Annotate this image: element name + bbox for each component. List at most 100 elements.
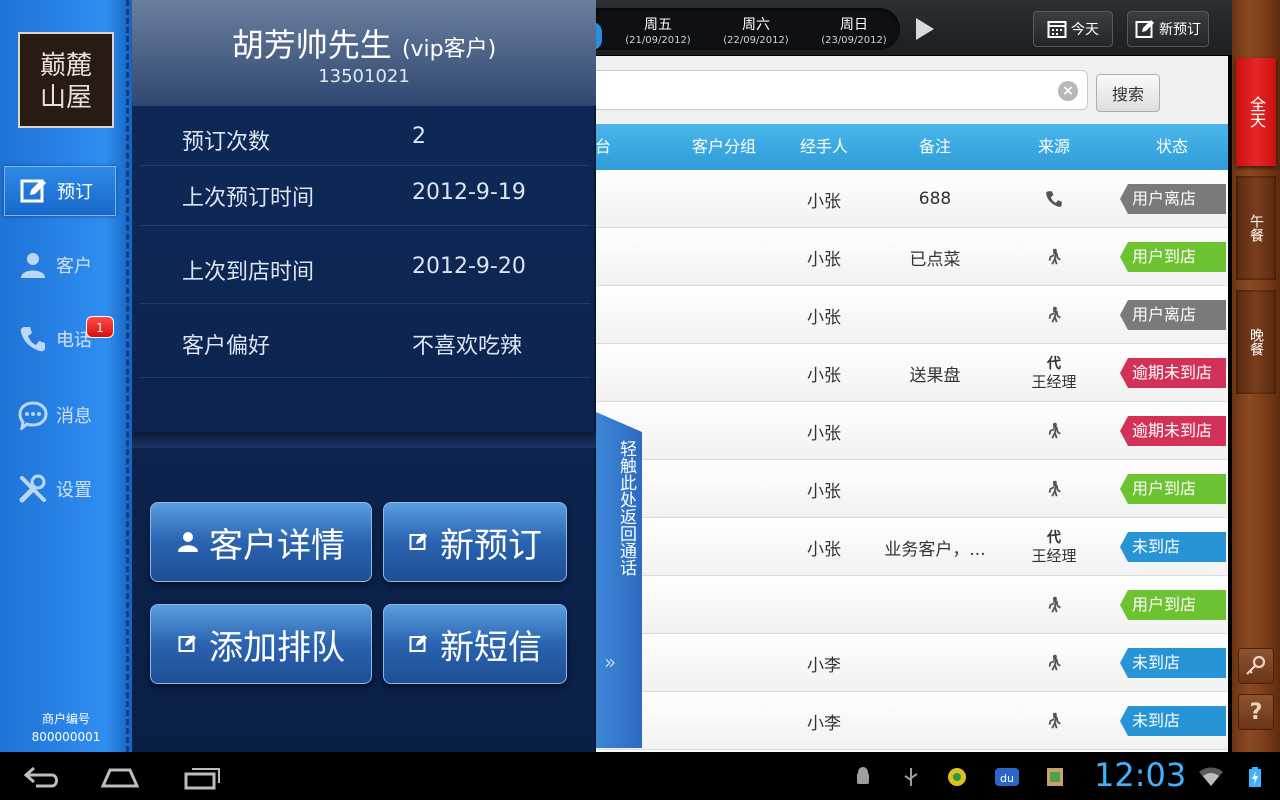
back-icon[interactable] [22,762,62,792]
add-queue-button[interactable]: 添加排队 [150,604,372,684]
column-header-handler: 经手人 [799,137,848,156]
nav-border [126,0,130,752]
clipboard-icon [1047,768,1063,786]
day-name: 周五 [644,17,672,33]
nav-label: 预订 [57,182,93,203]
svg-text:du: du [1000,772,1014,785]
table-row[interactable]: 小张 用户离店 [596,286,1228,344]
day-friday[interactable]: 周五 (21/09/2012) [610,16,706,48]
date-bar: 周五 (21/09/2012) 周六 (22/09/2012) 周日 (23/0… [592,0,1232,56]
cell-note [866,286,1004,344]
app-notification-icon [948,768,966,786]
cell-handler: 小李 [807,713,841,734]
table-row[interactable]: 小张 已点菜 用户到店 [596,228,1228,286]
customer-detail-button[interactable]: 客户详情 [150,502,372,582]
search-button[interactable]: 搜索 [1096,74,1160,112]
cell-handler: 小张 [807,191,841,212]
cell-note: 送果盘 [909,365,961,386]
cell-source [1004,692,1104,750]
cell-handler: 小张 [807,365,841,386]
help-button[interactable]: ? [1238,694,1274,730]
nav-item-message[interactable]: 消息 [4,390,116,440]
status-badge: 未到店 [1120,648,1226,678]
search-input[interactable] [596,70,1088,110]
day-sunday[interactable]: 周日 (23/09/2012) [806,16,902,48]
phone-notification-badge: 1 [86,316,114,338]
svg-text:巅麓: 巅麓 [40,51,92,81]
nav-label: 客户 [56,256,92,277]
day-name: 周日 [840,17,868,33]
table-row[interactable]: 小张 688 用户离店 [596,170,1228,228]
edit-icon [408,531,430,553]
main-nav: 巅麓 山屋 预订 客户 电话 1 消息 设置 商户编号 800000001 [0,0,132,752]
customer-name: 胡芳帅先生 [231,26,392,64]
nav-item-booking[interactable]: 预订 [4,166,116,216]
source-agent: 王经理 [1031,547,1077,565]
column-header-note: 备注 [918,137,951,156]
calendar-icon [1047,21,1067,38]
table-row[interactable]: 用户到店 [596,576,1228,634]
walk-in-icon [1048,422,1061,439]
day-date: (21/09/2012) [625,35,691,46]
home-icon[interactable] [100,762,140,792]
phone-icon [18,324,48,354]
clear-search-icon[interactable]: × [1058,81,1078,101]
du-app-icon: du [995,768,1019,786]
key-button[interactable] [1238,648,1274,684]
new-booking-label: 新预订 [1159,22,1201,38]
table-row[interactable]: 小张 业务客户，... 代王经理 未到店 [596,518,1228,576]
merchant-label: 商户编号 [41,712,90,726]
status-badge: 用户离店 [1120,300,1226,330]
key-icon [1246,655,1266,675]
recent-apps-icon[interactable] [182,762,222,792]
new-sms-button[interactable]: 新短信 [383,604,567,684]
merchant-id: 800000001 [31,730,101,744]
cell-handler [782,576,866,634]
search-bar: × 搜索 [596,56,1228,124]
cell-source [1004,402,1104,460]
day-saturday[interactable]: 周六 (22/09/2012) [708,16,804,48]
new-booking-button[interactable]: 新预订 [383,502,567,582]
return-to-call-tab[interactable]: 轻触此处返回通话 » [596,412,642,748]
cell-handler: 小李 [807,655,841,676]
cell-source [1004,286,1104,344]
next-day-arrow-icon[interactable] [916,18,934,40]
info-row-last-booking: 上次预订时间 2012-9-19 [140,166,590,226]
info-row-booking-count: 预订次数 2 [140,110,590,166]
walk-in-icon [1048,480,1061,497]
cell-source: 代王经理 [1004,344,1104,402]
status-badge: 逾期未到店 [1120,358,1226,388]
tab-lunch[interactable]: 午餐 [1236,176,1276,280]
nav-item-customer[interactable]: 客户 [4,240,116,290]
status-clock: 12:03 [1094,756,1187,794]
cell-note: 业务客户，... [884,539,986,560]
info-value: 2012-9-20 [412,254,526,279]
tab-all-day[interactable]: 全天 [1236,58,1276,166]
today-button[interactable]: 今天 [1033,11,1113,47]
cell-note: 688 [918,189,952,209]
cell-source [1004,460,1104,518]
nav-item-settings[interactable]: 设置 [4,464,116,514]
info-key: 客户偏好 [182,334,271,359]
info-value: 2012-9-19 [412,180,526,205]
table-row[interactable]: 小张 逾期未到店 [596,402,1228,460]
new-booking-top-button[interactable]: 新预订 [1127,11,1209,47]
proxy-label: 代 [1047,356,1061,372]
cell-note: 已点菜 [909,249,961,270]
status-badge: 逾期未到店 [1120,416,1226,446]
cell-handler: 小张 [807,249,841,270]
cell-handler: 小张 [807,539,841,560]
column-header-source: 来源 [1037,137,1070,156]
cell-handler: 小张 [807,307,841,328]
customer-popup-panel: 胡芳帅先生 (vip客户) 13501021 预订次数 2 上次预订时间 201… [132,0,596,752]
table-row[interactable]: 小张 送果盘 代王经理 逾期未到店 [596,344,1228,402]
wifi-icon [1199,767,1223,786]
status-badge: 用户到店 [1120,474,1226,504]
table-row[interactable]: 小张 用户到店 [596,460,1228,518]
phone-icon [1046,191,1062,207]
table-row[interactable]: 小李 未到店 [596,634,1228,692]
tab-dinner[interactable]: 晚餐 [1236,290,1276,394]
table-row[interactable]: 小李 未到店 [596,692,1228,750]
battery-icon [1249,767,1261,787]
table-header: 台 客户分组 经手人 备注 来源 状态 [595,124,1228,170]
